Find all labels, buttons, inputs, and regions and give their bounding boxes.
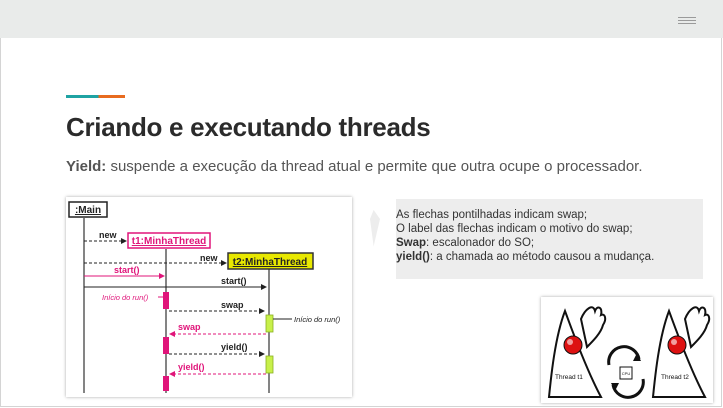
note-term-swap: Swap — [396, 237, 427, 249]
duke-mascot-2: Thread t2 — [651, 306, 711, 398]
note-pointer — [366, 199, 396, 279]
slide-subtitle: Yield: suspende a execução da thread atu… — [66, 158, 643, 175]
msg-swap-2: swap — [178, 322, 201, 332]
note-inicio-1: Início do run() — [102, 293, 149, 302]
msg-new-1: new — [99, 230, 118, 240]
note-line-3: Swap: escalonador do SO; — [396, 236, 654, 250]
duke-threads-illustration: Thread t1 Thread t2 CPU — [541, 297, 713, 403]
t2-label: t2:MinhaThread — [233, 257, 307, 268]
slide-title: Criando e executando threads — [66, 112, 431, 142]
note-term-yield: yield() — [396, 251, 430, 263]
top-bar — [0, 0, 723, 38]
activation-t1-2 — [163, 337, 169, 354]
subtitle-text: suspende a execução da thread atual e pe… — [106, 158, 643, 175]
duke-mascot-1: Thread t1 — [547, 306, 607, 398]
activation-t1-1 — [163, 292, 169, 309]
menu-icon[interactable] — [678, 17, 696, 24]
thread1-label: Thread t1 — [555, 374, 583, 381]
activation-t2-1 — [265, 314, 274, 333]
note-line-2: O label das flechas indicam o motivo do … — [396, 223, 633, 235]
title-accent-bar — [66, 95, 125, 98]
t1-label: t1:MinhaThread — [132, 236, 206, 247]
msg-yield-2: yield() — [178, 362, 205, 372]
msg-new-2: new — [200, 253, 219, 263]
note-line-4-text: : a chamada ao método causou a mudança. — [429, 251, 655, 263]
msg-swap-1: swap — [221, 300, 244, 310]
msg-yield-1: yield() — [221, 342, 248, 352]
thread2-label: Thread t2 — [661, 374, 689, 381]
main-label: :Main — [75, 205, 101, 216]
note-line-1: As flechas pontilhadas indicam swap; — [396, 209, 588, 221]
note-line-4: yield(): a chamada ao método causou a mu… — [396, 250, 654, 264]
msg-start-2: start() — [221, 276, 247, 286]
sequence-diagram: :Main new t1:MinhaThread new t2:MinhaThr… — [66, 197, 352, 397]
subtitle-term: Yield: — [66, 158, 107, 175]
note-text: As flechas pontilhadas indicam swap; O l… — [396, 208, 654, 264]
activation-t2-2 — [265, 355, 274, 374]
cpu-label: CPU — [622, 371, 631, 376]
cpu-cycle-icon: CPU — [607, 345, 645, 399]
msg-start-1: start() — [114, 265, 140, 275]
activation-t1-3 — [163, 376, 169, 391]
note-line-3-text: : escalonador do SO; — [426, 237, 535, 249]
note-inicio-2: Início do run() — [294, 315, 341, 324]
